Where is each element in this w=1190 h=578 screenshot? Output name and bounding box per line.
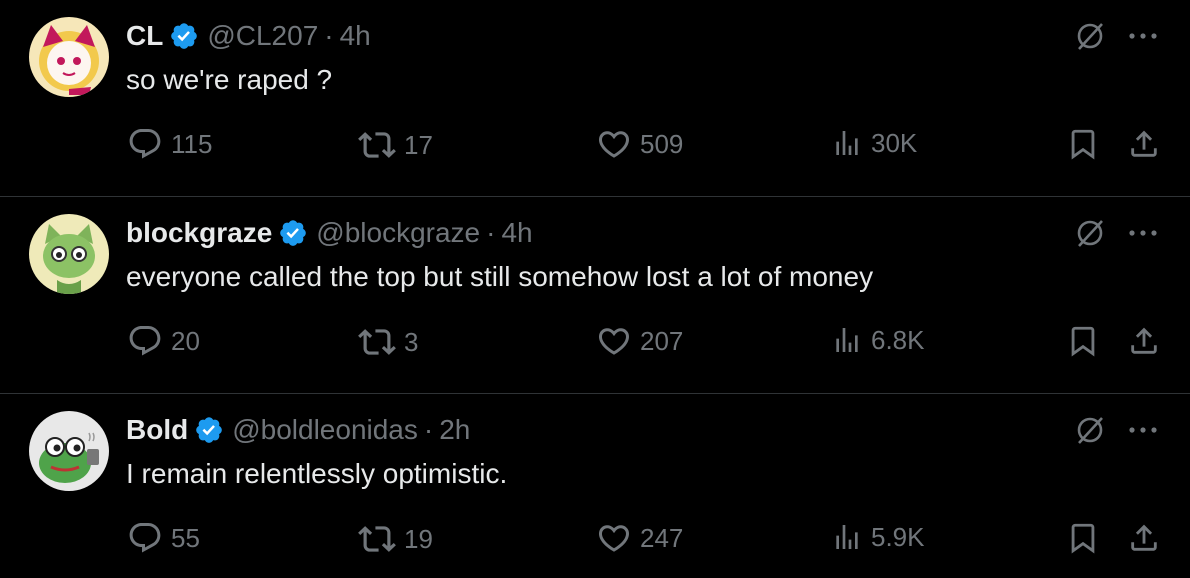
tweet[interactable]: blockgraze @blockgraze · 4h everyone cal…: [0, 197, 1190, 394]
views-button[interactable]: 30K: [831, 126, 917, 160]
like-button[interactable]: 509: [596, 126, 683, 162]
tweet-top-actions: [1074, 217, 1158, 249]
share-icon: [1131, 327, 1157, 354]
repost-icon: [358, 526, 396, 552]
bookmark-button[interactable]: [1066, 323, 1108, 359]
grok-icon[interactable]: [1074, 217, 1106, 249]
display-name[interactable]: Bold: [126, 414, 188, 446]
timestamp[interactable]: 4h: [501, 217, 532, 249]
timestamp[interactable]: 2h: [439, 414, 470, 446]
display-name[interactable]: CL: [126, 20, 163, 52]
verified-badge-icon: [171, 23, 198, 49]
tweet-text: I remain relentlessly optimistic.: [126, 458, 508, 489]
like-icon: [598, 525, 630, 552]
views-button[interactable]: 6.8K: [831, 323, 925, 357]
grok-icon[interactable]: [1074, 414, 1106, 446]
bookmark-icon: [1071, 523, 1095, 554]
reply-button[interactable]: 115: [127, 126, 212, 162]
share-button[interactable]: [1127, 323, 1169, 359]
views-count: 5.9K: [871, 521, 925, 552]
timestamp[interactable]: 4h: [340, 20, 371, 52]
repost-icon: [358, 132, 396, 158]
bookmark-button[interactable]: [1066, 520, 1108, 556]
share-button[interactable]: [1127, 520, 1169, 556]
bookmark-icon: [1071, 326, 1095, 357]
reply-icon: [129, 129, 161, 159]
tweet-actions: 20 3 207 6.8K: [0, 323, 1190, 363]
repost-count: 3: [404, 326, 419, 357]
display-name[interactable]: blockgraze: [126, 217, 272, 249]
reply-button[interactable]: 20: [127, 323, 200, 359]
views-count: 30K: [871, 127, 918, 158]
repost-count: 19: [404, 523, 433, 554]
grok-icon[interactable]: [1074, 20, 1106, 52]
avatar[interactable]: [29, 411, 109, 491]
tweet-header: Bold @boldleonidas · 2h: [126, 412, 470, 448]
like-icon: [598, 131, 630, 158]
handle[interactable]: @boldleonidas: [232, 414, 418, 446]
repost-button[interactable]: 17: [358, 126, 433, 164]
tweet-actions: 55 19 247 5.9K: [0, 520, 1190, 560]
views-icon: [836, 525, 858, 549]
tweet-text: so we're raped ?: [126, 64, 333, 95]
views-button[interactable]: 5.9K: [831, 520, 925, 554]
tweet-top-actions: [1074, 20, 1158, 52]
share-icon: [1131, 524, 1157, 551]
separator: ·: [486, 217, 496, 248]
like-button[interactable]: 207: [596, 323, 683, 359]
repost-button[interactable]: 3: [358, 323, 418, 361]
reply-icon: [129, 523, 161, 553]
tweet[interactable]: Bold @boldleonidas · 2h I remain relentl…: [0, 394, 1190, 576]
tweet-header: blockgraze @blockgraze · 4h: [126, 215, 533, 251]
separator: ·: [324, 20, 334, 51]
verified-badge-icon: [280, 220, 307, 246]
tweet-text: everyone called the top but still someho…: [126, 261, 874, 292]
more-icon[interactable]: [1128, 31, 1158, 41]
repost-count: 17: [404, 129, 433, 160]
avatar[interactable]: [29, 214, 109, 294]
like-icon: [598, 328, 630, 355]
handle[interactable]: @blockgraze: [316, 217, 480, 249]
avatar[interactable]: [29, 17, 109, 97]
reply-count: 55: [171, 522, 200, 553]
handle[interactable]: @CL207: [207, 20, 318, 52]
like-count: 247: [640, 522, 684, 553]
views-icon: [836, 328, 858, 352]
tweet-top-actions: [1074, 414, 1158, 446]
reply-button[interactable]: 55: [127, 520, 200, 556]
tweet-header: CL @CL207 · 4h: [126, 18, 371, 54]
more-icon[interactable]: [1128, 228, 1158, 238]
verified-badge-icon: [196, 417, 223, 443]
views-icon: [836, 131, 858, 155]
like-count: 207: [640, 325, 684, 356]
share-button[interactable]: [1127, 126, 1169, 162]
reply-count: 115: [171, 128, 213, 159]
reply-icon: [129, 326, 161, 356]
repost-button[interactable]: 19: [358, 520, 433, 558]
share-icon: [1131, 130, 1157, 157]
views-count: 6.8K: [871, 324, 925, 355]
bookmark-icon: [1071, 129, 1095, 160]
like-count: 509: [640, 128, 684, 159]
like-button[interactable]: 247: [596, 520, 683, 556]
tweet[interactable]: CL @CL207 · 4h so we're raped ? 115 17 5…: [0, 0, 1190, 197]
separator: ·: [423, 414, 434, 445]
repost-icon: [358, 329, 396, 355]
more-icon[interactable]: [1128, 425, 1158, 435]
reply-count: 20: [171, 325, 200, 356]
tweet-actions: 115 17 509 30K: [0, 126, 1190, 166]
bookmark-button[interactable]: [1066, 126, 1108, 162]
